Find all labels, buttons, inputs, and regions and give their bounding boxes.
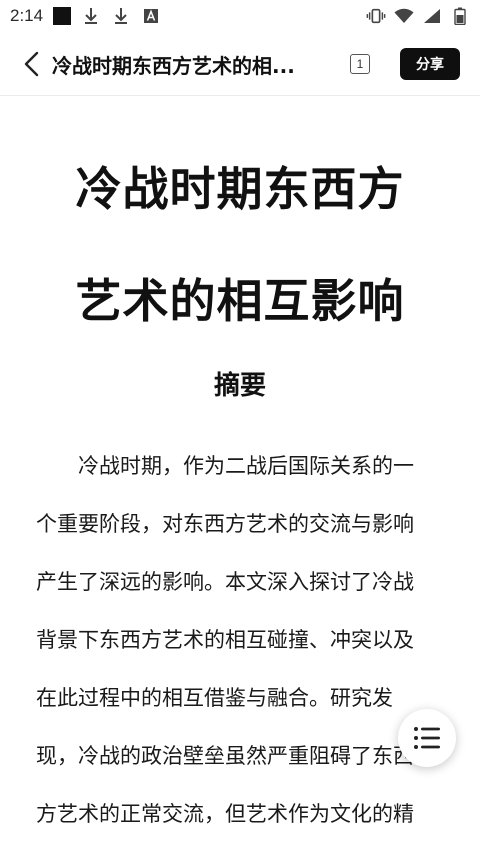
app-bar: 冷战时期东西方艺术的相... 1 分享: [0, 34, 480, 96]
chevron-left-icon: [24, 51, 39, 77]
paragraph-line: 在此过程中的相互借鉴与融合。研究发: [36, 686, 393, 710]
document-title: 冷战时期东西方 艺术的相互影响: [40, 133, 440, 357]
paragraph-line: 个重要阶段，对东西方艺术的交流与影响: [36, 512, 414, 536]
notification-square-icon: [53, 7, 72, 25]
paragraph-line: 背景下东西方艺术的相互碰撞、冲突以及: [36, 628, 414, 652]
status-bar-left: 2:14: [10, 6, 161, 26]
vibrate-icon: [366, 6, 386, 26]
back-button[interactable]: [16, 48, 48, 80]
a-icon: [141, 6, 161, 26]
abstract-body: 冷战时期，作为二战后国际关系的一 个重要阶段，对东西方艺术的交流与影响 产生了深…: [36, 437, 446, 843]
paragraph-line: 现，冷战的政治壁垒虽然严重阻碍了东西: [36, 744, 414, 768]
paragraph-line: 冷战时期，作为二战后国际关系的一: [78, 454, 414, 478]
share-button[interactable]: 分享: [400, 48, 460, 80]
download-icon: [81, 6, 101, 26]
paragraph-line: 产生了深远的影响。本文深入探讨了冷战: [36, 570, 414, 594]
battery-icon: [450, 6, 470, 26]
wifi-icon: [394, 6, 414, 26]
abstract-heading: 摘要: [213, 371, 266, 401]
title-line: 艺术的相互影响: [75, 274, 405, 328]
download-icon: [111, 6, 131, 26]
status-time: 2:14: [10, 6, 44, 25]
document-title-bar: 冷战时期东西方艺术的相...: [52, 54, 295, 78]
signal-icon: [422, 6, 442, 26]
status-bar: 2:14: [0, 0, 480, 32]
page-count-badge[interactable]: 1: [350, 54, 370, 74]
list-menu-icon: [414, 727, 440, 749]
paragraph-line: 方艺术的正常交流，但艺术作为文化的精: [36, 802, 414, 826]
status-bar-right: [366, 6, 470, 26]
title-line: 冷战时期东西方: [75, 162, 405, 216]
table-of-contents-button[interactable]: [398, 709, 456, 767]
